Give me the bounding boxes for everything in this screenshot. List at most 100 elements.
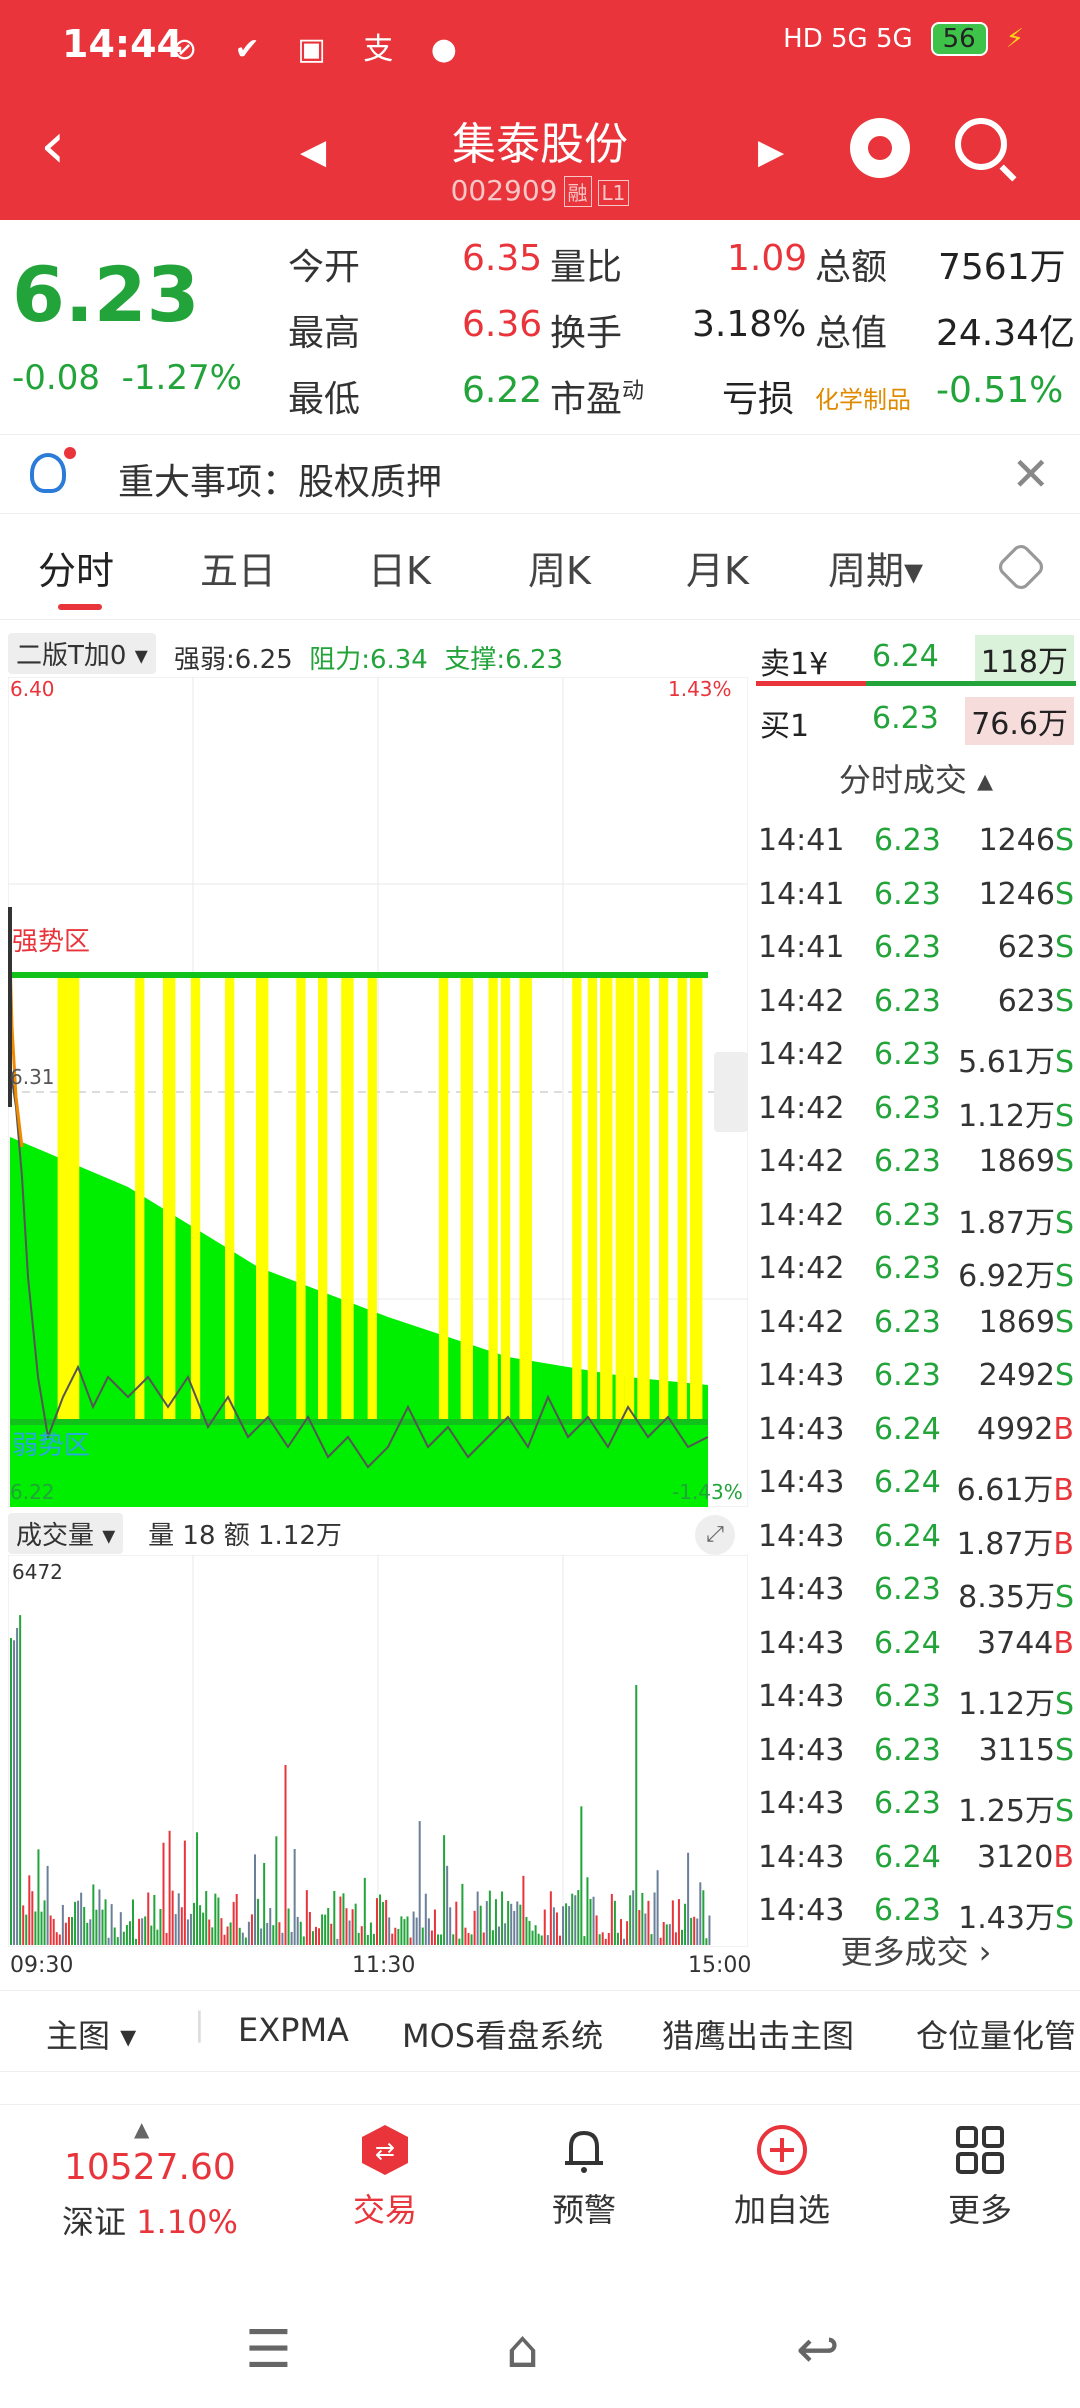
indicator-mos[interactable]: MOS看盘系统 — [402, 2011, 603, 2057]
volume-toolbar: 成交量 ▾ 量 18 额 1.12万 — [8, 1513, 342, 1554]
home-icon[interactable]: ⌂ — [506, 2320, 539, 2380]
volume-bar — [418, 1821, 421, 1945]
volume-bar — [583, 1936, 586, 1945]
sector-label[interactable]: 化学制品 — [815, 380, 911, 415]
trade-price: 6.24 — [874, 1411, 941, 1447]
expand-handle[interactable] — [714, 1052, 748, 1132]
volume-bar — [141, 1918, 144, 1945]
volume-bar — [77, 1900, 80, 1945]
close-icon[interactable]: ✕ — [1011, 447, 1050, 501]
trade-time: 14:43 — [758, 1679, 845, 1714]
volume-bar — [363, 1877, 366, 1945]
more-button[interactable]: 更多 — [910, 2123, 1050, 2231]
menu-icon[interactable]: ☰ — [245, 2320, 292, 2380]
price-chart[interactable] — [8, 677, 748, 1507]
yellow-bar — [500, 975, 511, 1422]
trade-time: 14:42 — [758, 1144, 845, 1179]
volume-bar — [302, 1936, 305, 1945]
volume-bar — [305, 1890, 308, 1945]
volume-bar — [592, 1896, 595, 1945]
trade-row: 14:43 6.23 8.35万S — [758, 1564, 1074, 1617]
volume-bar — [385, 1899, 388, 1945]
expand-up-icon[interactable]: ▲ — [134, 2117, 149, 2141]
y-top-label: 6.40 — [10, 677, 55, 701]
add-watchlist-button[interactable]: 加自选 — [712, 2123, 852, 2231]
volume-bar — [74, 1901, 77, 1945]
trade-button[interactable]: ⇄ 交易 — [315, 2123, 455, 2231]
settings-hex-icon[interactable] — [994, 540, 1048, 594]
volume-bar — [110, 1904, 113, 1945]
x-start-label: 09:30 — [10, 1953, 74, 1978]
volume-bar — [424, 1893, 427, 1945]
volume-bar — [681, 1929, 683, 1945]
tab-daily[interactable]: 日K — [368, 540, 431, 595]
volume-bar — [101, 1909, 104, 1945]
trade-volume: 8.35万S — [958, 1580, 1074, 1615]
tab-5day[interactable]: 五日 — [200, 540, 276, 595]
trade-row: 14:43 6.24 3744B — [758, 1618, 1074, 1671]
volume-bar — [668, 1924, 671, 1945]
volume-bar — [196, 1832, 199, 1945]
y-bot-label: 6.22 — [10, 1480, 55, 1504]
volume-bar — [199, 1905, 202, 1945]
pe-value: 亏损 — [722, 379, 795, 420]
indicator-position[interactable]: 仓位量化管 — [916, 2011, 1076, 2057]
tab-weekly[interactable]: 周K — [528, 540, 591, 595]
indicator-expma[interactable]: EXPMA — [238, 2011, 349, 2049]
volume-bar — [699, 1882, 702, 1945]
volume-bar — [52, 1918, 55, 1945]
alert-button[interactable]: 预警 — [514, 2123, 654, 2231]
volume-bar — [470, 1934, 473, 1945]
indicator-name: 二版T加0 — [16, 641, 127, 671]
mcap-value: 24.34亿 — [936, 313, 1076, 354]
period-tabs: 分时 五日 日K 周K 月K 周期▾ — [0, 520, 1080, 620]
change-pct: -1.27% — [121, 358, 242, 398]
trade-time: 14:42 — [758, 1304, 845, 1340]
volume-bar — [665, 1924, 668, 1945]
volume-bar — [476, 1891, 479, 1945]
indicator-falcon[interactable]: 猎鹰出击主图 — [662, 2011, 854, 2057]
trade-volume: 2492S — [978, 1358, 1074, 1393]
volume-bar — [43, 1900, 46, 1945]
volume-bar — [580, 1806, 583, 1945]
volume-bar — [34, 1911, 37, 1945]
yellow-bar — [587, 975, 597, 1422]
sell1-row[interactable]: 卖1¥ 6.24 118万 — [756, 633, 1076, 683]
trade-volume: 1.87万B — [956, 1526, 1074, 1562]
main-chart-select[interactable]: 主图 ▾ — [46, 2011, 136, 2057]
stock-code: 002909 — [450, 174, 558, 207]
notice-bar[interactable]: 重大事项：股权质押 ✕ — [0, 434, 1080, 514]
buy1-row[interactable]: 买1 6.23 76.6万 — [756, 695, 1076, 745]
app-header: 14:44 ⊘ ✔ ▣ 支 ● HD 5G 5G 56 ⚡ ‹ ◀ 集泰股份 0… — [0, 0, 1080, 220]
index-value[interactable]: 10527.60 — [64, 2147, 236, 2188]
turnover-label: 换手 — [550, 313, 623, 354]
search-icon[interactable] — [955, 118, 1007, 170]
volume-bar — [677, 1899, 680, 1945]
tab-monthly[interactable]: 月K — [686, 540, 749, 595]
volume-bar — [345, 1908, 348, 1945]
trade-volume: 1.12万S — [958, 1687, 1074, 1722]
open-value: 6.35 — [462, 238, 543, 279]
more-trades-link[interactable]: 更多成交 › — [752, 1927, 1080, 1973]
volume-bar — [473, 1910, 476, 1945]
tab-period[interactable]: 周期▾ — [828, 540, 923, 595]
notification-icons: ⊘ ✔ ▣ 支 ● — [172, 32, 471, 67]
trade-time: 14:42 — [758, 983, 845, 1019]
mascot-icon[interactable] — [850, 118, 910, 178]
trade-volume: 1869S — [978, 1144, 1074, 1179]
bell-icon — [565, 2130, 603, 2173]
volume-select[interactable]: 成交量 ▾ — [8, 1513, 124, 1554]
volume-bar — [430, 1930, 433, 1945]
trades-header[interactable]: 分时成交 ▴ — [752, 755, 1080, 801]
indicator-select[interactable]: 二版T加0 ▾ — [8, 633, 156, 674]
tab-intraday[interactable]: 分时 — [38, 540, 114, 595]
volume-bar — [116, 1937, 119, 1945]
expand-icon[interactable]: ⤢ — [695, 1515, 735, 1555]
volume-bar — [388, 1917, 391, 1945]
volume-bar — [574, 1895, 577, 1945]
volume-chart[interactable] — [8, 1555, 748, 1947]
back-icon[interactable]: ↩ — [796, 2320, 840, 2380]
next-stock-icon[interactable]: ▶ — [758, 132, 784, 172]
volume-bar — [446, 1865, 449, 1945]
volume-bar — [269, 1908, 272, 1945]
